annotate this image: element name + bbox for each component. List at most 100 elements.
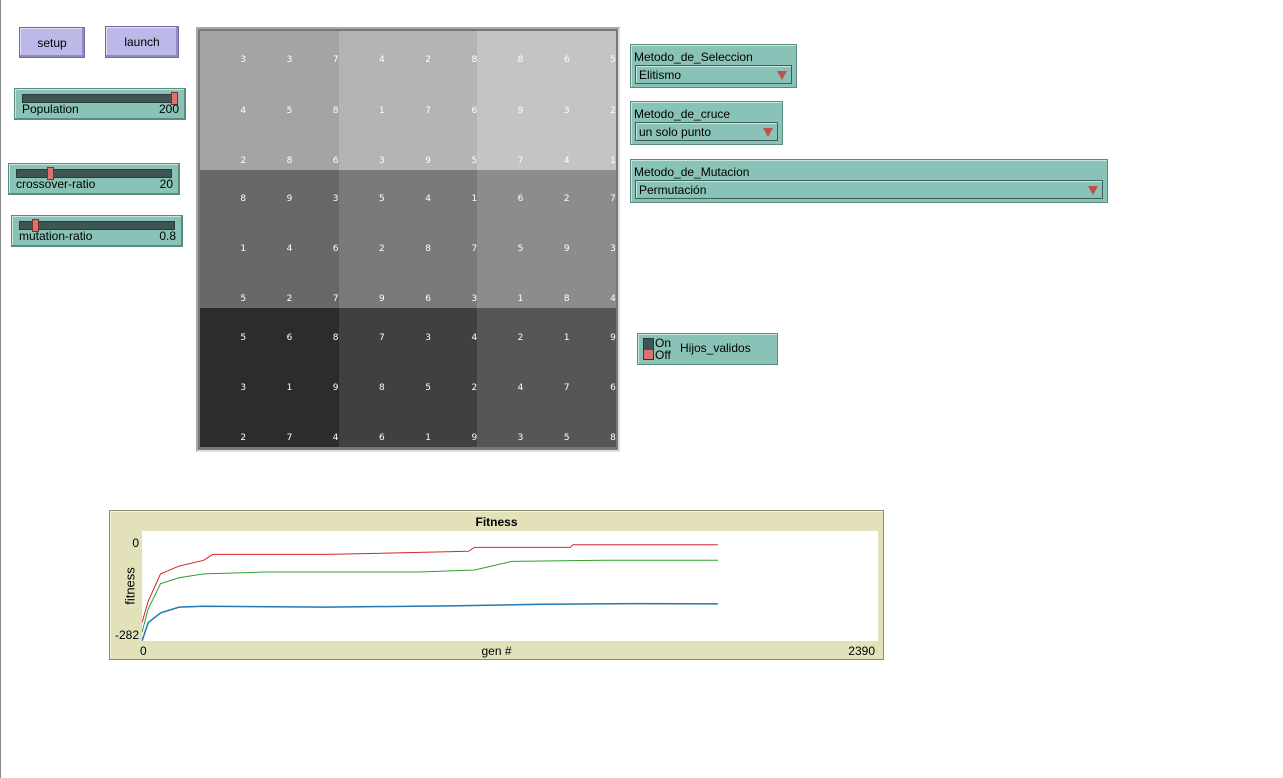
cell-number: 8: [610, 433, 616, 444]
cell-number: 8: [240, 193, 247, 204]
cell-number: 5: [563, 433, 570, 444]
cell-number: 9: [379, 294, 385, 305]
cell-number: 5: [286, 105, 293, 116]
cell-number: 1: [517, 294, 524, 305]
cell-number: 1: [425, 433, 431, 444]
cell-number: 1: [240, 244, 247, 255]
cruce-chooser[interactable]: Metodo_de_cruce un solo punto: [630, 101, 783, 145]
cell-number: 8: [425, 244, 431, 255]
cell-number: 2: [240, 155, 247, 166]
cell-number: 7: [286, 433, 293, 444]
slider-label: mutation-ratio: [19, 229, 93, 243]
series-average-line: [141, 559, 718, 633]
crossover-ratio-slider[interactable]: crossover-ratio 20: [8, 163, 180, 195]
chooser-dropdown[interactable]: Elitismo: [635, 65, 792, 84]
cell-number: 7: [332, 55, 339, 66]
cell-number: 3: [379, 155, 385, 166]
cell-number: 9: [610, 332, 616, 343]
cell-number: 5: [240, 332, 247, 343]
cell-number: 8: [332, 105, 339, 116]
switch-label: Hijos_validos: [680, 341, 751, 355]
cell-number: 2: [379, 244, 385, 255]
world-view[interactable]: 3 3 7 4 2 8 8 6 5 4 5 8 1 7 6 9 3 2 2 8 6 3 9 5 7 4 1 8 9 3 5 4 1 6 2 7 1 4 6 2…: [196, 27, 620, 452]
slider-label: Population: [22, 102, 79, 116]
cell-number: 4: [517, 382, 524, 393]
chooser-label: Metodo_de_cruce: [634, 107, 731, 121]
cell-number: 7: [471, 244, 478, 255]
dropdown-arrow-icon[interactable]: [763, 128, 773, 137]
chooser-value: Permutación: [639, 183, 707, 197]
cell-number: 6: [332, 244, 339, 255]
cell-number: 1: [379, 105, 385, 116]
cell-number: 4: [286, 244, 293, 255]
window-left-border: [0, 0, 1, 778]
dropdown-arrow-icon[interactable]: [1088, 186, 1098, 195]
cell-number: 3: [286, 55, 293, 66]
switch-off-label: Off: [655, 348, 671, 362]
cell-number: 6: [332, 155, 339, 166]
cell-number: 4: [425, 193, 431, 204]
cell-number: 6: [517, 193, 524, 204]
cell-number: 9: [563, 244, 570, 255]
cell-number: 1: [610, 155, 616, 166]
setup-button[interactable]: setup: [19, 27, 85, 58]
chooser-label: Metodo_de_Seleccion: [634, 50, 753, 64]
hijos-validos-switch[interactable]: On Off Hijos_validos: [637, 333, 778, 365]
cell-number: 3: [517, 433, 524, 444]
cell-number: 3: [610, 244, 616, 255]
chooser-dropdown[interactable]: un solo punto: [635, 122, 778, 141]
slider-value: 20: [159, 177, 173, 191]
cell-number: 4: [563, 155, 570, 166]
cell-number: 3: [240, 55, 247, 66]
mutation-ratio-slider[interactable]: mutation-ratio 0.8: [11, 215, 183, 247]
cell-number: 2: [471, 382, 478, 393]
cell-number: 5: [610, 55, 616, 66]
cell-number: 5: [471, 155, 478, 166]
launch-button[interactable]: launch: [105, 26, 179, 58]
cell-number: 2: [425, 55, 431, 66]
cell-number: 7: [563, 382, 570, 393]
cell-number: 5: [517, 244, 524, 255]
grid-block: [338, 31, 478, 170]
plot-area: [141, 531, 878, 642]
mutacion-chooser[interactable]: Metodo_de_Mutacion Permutación: [630, 159, 1108, 203]
chooser-dropdown[interactable]: Permutación: [635, 180, 1103, 199]
y-axis-max-label: 0: [132, 536, 139, 550]
population-slider[interactable]: Population 200: [14, 88, 186, 120]
series-worst-line: [141, 602, 718, 642]
switch-knob[interactable]: [644, 350, 653, 359]
grid-block: [477, 169, 616, 309]
grid-block: [200, 169, 339, 309]
slider-label: crossover-ratio: [16, 177, 96, 191]
dropdown-arrow-icon[interactable]: [777, 71, 787, 80]
cell-number: 8: [286, 155, 293, 166]
grid-block: [200, 308, 339, 447]
grid-block: [200, 31, 339, 170]
cell-number: 4: [240, 105, 247, 116]
slider-value: 0.8: [159, 229, 176, 243]
cell-number: 5: [425, 382, 431, 393]
cell-number: 4: [332, 433, 339, 444]
cell-number: 1: [286, 382, 293, 393]
cell-number: 4: [610, 294, 616, 305]
cell-number: 2: [286, 294, 293, 305]
cell-number: 5: [240, 294, 247, 305]
cell-number: 9: [517, 105, 524, 116]
plot-canvas: [141, 544, 718, 642]
grid-block: [338, 169, 478, 309]
y-axis-min-label: -282: [114, 628, 139, 642]
cell-number: 4: [379, 55, 385, 66]
cell-number: 7: [517, 155, 524, 166]
switch-toggle[interactable]: [643, 338, 654, 360]
cell-number: 6: [425, 294, 431, 305]
cell-number: 8: [563, 294, 570, 305]
cell-number: 4: [471, 332, 478, 343]
chooser-label: Metodo_de_Mutacion: [634, 165, 750, 179]
seleccion-chooser[interactable]: Metodo_de_Seleccion Elitismo: [630, 44, 797, 88]
chooser-value: Elitismo: [639, 68, 682, 82]
fitness-plot: Fitness 0 -282 fitness 0 gen # 2390: [109, 510, 884, 660]
y-axis-label: fitness: [122, 567, 138, 605]
grid-block: [338, 308, 478, 447]
chooser-value: un solo punto: [639, 125, 712, 139]
cell-number: 8: [517, 55, 524, 66]
